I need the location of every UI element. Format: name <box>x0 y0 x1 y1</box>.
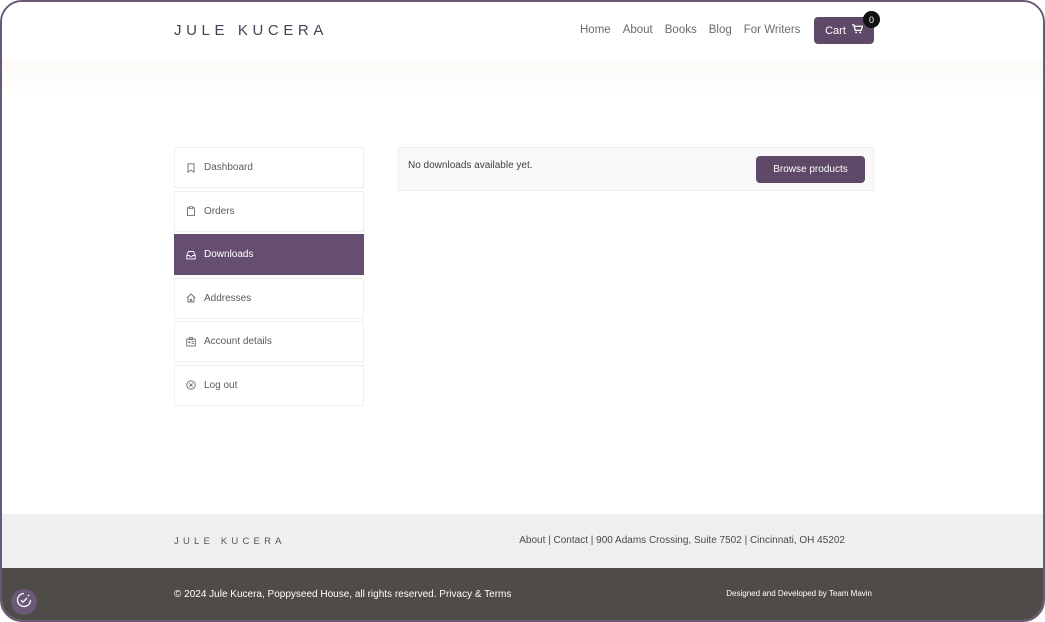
cart-count-badge: 0 <box>863 11 880 28</box>
sidebar-item-label: Account details <box>204 336 272 347</box>
header-shadow <box>2 60 1043 100</box>
main-nav: Home About Books Blog For Writers <box>580 24 800 36</box>
nav-home[interactable]: Home <box>580 24 611 36</box>
home-icon <box>186 293 196 303</box>
sidebar-item-label: Orders <box>204 205 235 217</box>
sidebar-item-label: Addresses <box>204 292 252 304</box>
sidebar-item-label: Downloads <box>204 249 254 260</box>
browse-products-button[interactable]: Browse products <box>756 156 865 183</box>
id-card-icon <box>186 336 196 347</box>
cookie-consent-icon <box>16 592 32 613</box>
cart-label: Cart <box>825 24 846 37</box>
site-logo[interactable]: JULE KUCERA <box>174 22 328 39</box>
sidebar-item-log-out[interactable]: Log out <box>174 364 364 406</box>
footer-separator: | <box>545 535 554 546</box>
sidebar-item-downloads[interactable]: Downloads <box>174 234 364 275</box>
sidebar-item-dashboard[interactable]: Dashboard <box>174 147 364 188</box>
credits-text[interactable]: Designed and Developed by Team Mavin <box>726 589 872 598</box>
nav-about[interactable]: About <box>623 24 653 36</box>
cookie-settings-button[interactable] <box>11 589 37 615</box>
footer-separator: | <box>587 535 597 546</box>
footer-logo[interactable]: JULE KUCERA <box>174 536 286 547</box>
notice-text: No downloads available yet. <box>408 160 533 171</box>
nav-books[interactable]: Books <box>665 24 697 36</box>
nav-for-writers[interactable]: For Writers <box>744 24 801 36</box>
footer-link-contact[interactable]: Contact <box>554 535 588 546</box>
sidebar-item-label: Dashboard <box>204 162 253 173</box>
account-sidebar: Dashboard Orders Downloads Addresses Acc… <box>174 147 364 408</box>
sidebar-item-account-details[interactable]: Account details <box>174 321 364 362</box>
cart-icon <box>851 24 864 37</box>
sidebar-item-label: Log out <box>204 379 238 391</box>
clipboard-icon <box>186 206 196 216</box>
footer-links: About | Contact | 900 Adams Crossing, Su… <box>519 535 845 546</box>
footer-top: JULE KUCERA About | Contact | 900 Adams … <box>2 514 1043 568</box>
sidebar-item-addresses[interactable]: Addresses <box>174 277 364 319</box>
inbox-icon <box>186 250 196 260</box>
footer-bottom: © 2024 Jule Kucera, Poppyseed House, all… <box>2 568 1043 620</box>
privacy-terms-link[interactable]: Privacy & Terms <box>439 589 511 600</box>
copyright-text: © 2024 Jule Kucera, Poppyseed House, all… <box>174 589 511 600</box>
close-circle-icon <box>186 380 196 390</box>
sidebar-item-orders[interactable]: Orders <box>174 190 364 232</box>
site-header: JULE KUCERA Home About Books Blog For Wr… <box>2 2 1043 60</box>
footer-link-about[interactable]: About <box>519 535 545 546</box>
copyright-prefix: © 2024 Jule Kucera, Poppyseed House, all… <box>174 589 440 600</box>
nav-blog[interactable]: Blog <box>709 24 732 36</box>
browser-frame: JULE KUCERA Home About Books Blog For Wr… <box>0 0 1045 622</box>
footer-address: 900 Adams Crossing, Suite 7502 | Cincinn… <box>596 535 845 546</box>
downloads-notice: No downloads available yet. Browse produ… <box>398 147 874 191</box>
bookmark-icon <box>186 162 196 173</box>
